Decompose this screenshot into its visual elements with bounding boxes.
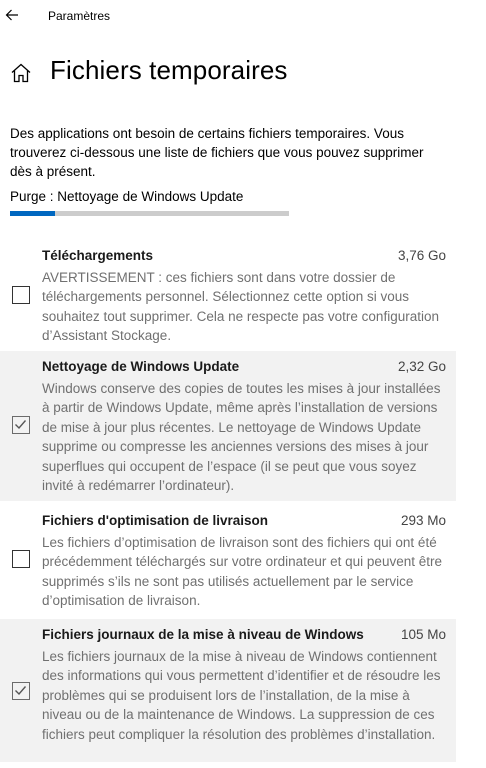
list-item-upgrade-logs: Fichiers journaux de la mise à niveau de… <box>0 619 456 762</box>
checkmark-icon <box>15 420 27 430</box>
item-description: Les fichiers journaux de la mise à nivea… <box>42 649 441 742</box>
checkbox-upgrade-logs[interactable] <box>12 682 30 700</box>
checkbox-delivery-optimization[interactable] <box>12 550 30 568</box>
purge-status-label: Purge : Nettoyage de Windows Update <box>10 189 244 204</box>
item-description: AVERTISSEMENT : ces fichiers sont dans v… <box>42 270 439 344</box>
item-name: Fichiers journaux de la mise à niveau de… <box>42 627 364 642</box>
checkmark-icon <box>15 686 27 696</box>
list-item-telechargements: Téléchargements 3,76 Go AVERTISSEMENT : … <box>0 240 456 344</box>
arrow-left-icon <box>5 9 18 21</box>
item-description: Les fichiers d’optimisation de livraison… <box>42 535 442 609</box>
checkbox-telechargements[interactable] <box>12 286 30 304</box>
list-item-delivery-optimization: Fichiers d'optimisation de livraison 293… <box>0 505 456 609</box>
item-name: Fichiers d'optimisation de livraison <box>42 513 269 528</box>
title-bar: Paramètres <box>0 0 486 32</box>
page-title: Fichiers temporaires <box>50 55 288 85</box>
app-title: Paramètres <box>48 9 111 23</box>
list-item-windows-update-cleanup: Nettoyage de Windows Update 2,32 Go Wind… <box>0 351 456 501</box>
checkbox-windows-update-cleanup[interactable] <box>12 416 30 434</box>
back-button[interactable] <box>2 5 22 25</box>
item-size: 3,76 Go <box>397 248 446 263</box>
item-name: Téléchargements <box>42 248 154 263</box>
page-description: Des applications ont besoin de certains … <box>10 126 424 179</box>
item-size: 293 Mo <box>400 513 446 528</box>
settings-window: Paramètres Fichiers temporaires Des appl… <box>0 0 486 768</box>
item-name: Nettoyage de Windows Update <box>42 359 240 374</box>
purge-progress-bar <box>10 211 289 216</box>
item-size: 2,32 Go <box>397 359 446 374</box>
item-description: Windows conserve des copies de toutes le… <box>42 381 441 494</box>
item-size: 105 Mo <box>400 627 446 642</box>
purge-progress-fill <box>10 211 55 216</box>
home-icon <box>10 62 32 84</box>
